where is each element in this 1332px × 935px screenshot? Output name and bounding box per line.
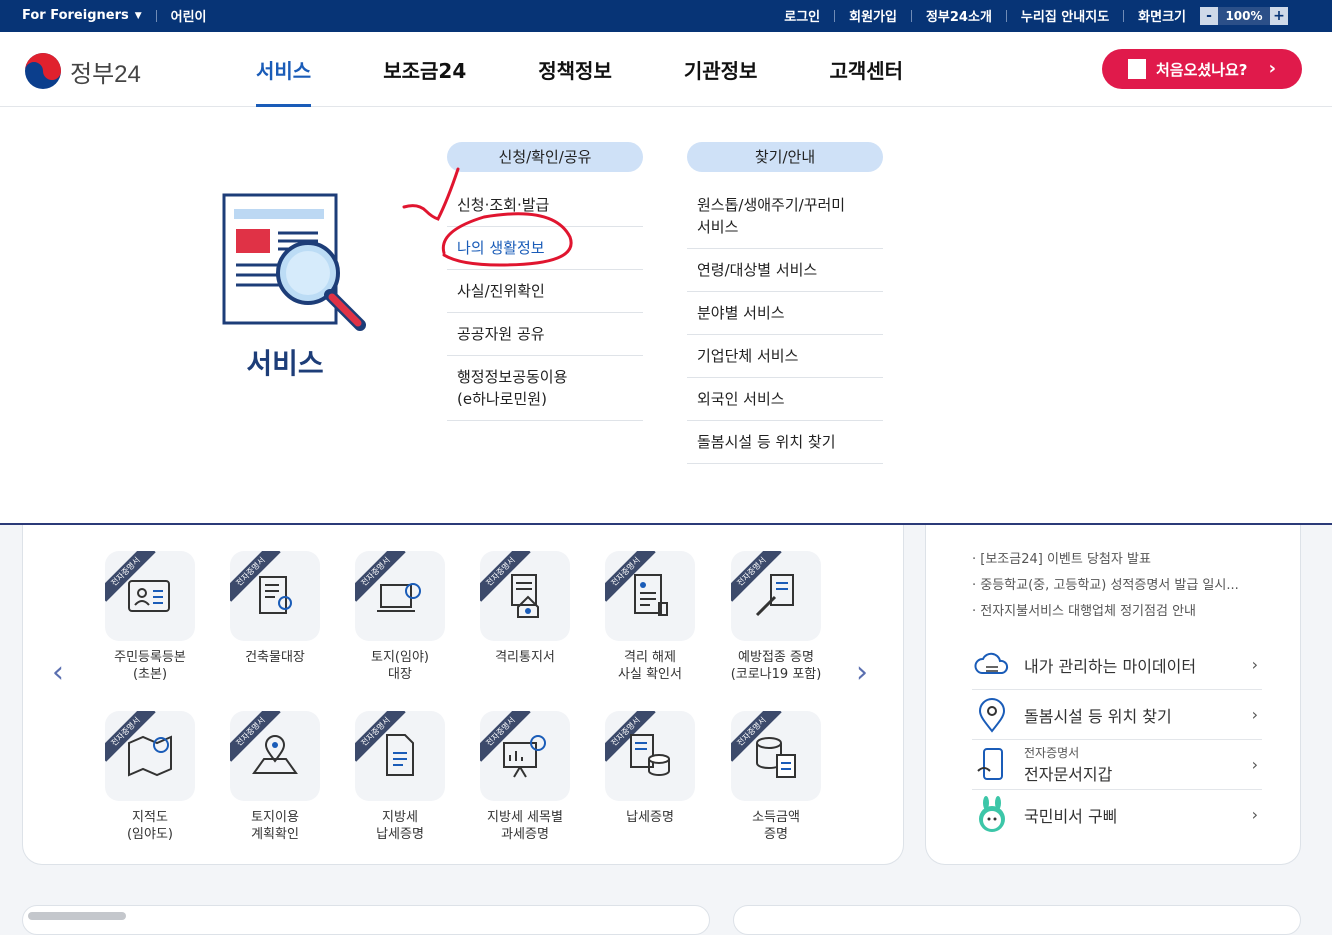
quick-link-mydata[interactable]: 내가 관리하는 마이데이터 › [972,640,1262,690]
service-label: 소득금액 증명 [752,810,800,842]
phone-wallet-icon [977,747,1003,780]
quick-link-gubbi[interactable]: 국민비서 구삐 › [972,790,1262,840]
chevron-right-icon: › [1251,705,1258,724]
service-cadastral-map[interactable]: 전자증명서 지적도 (임야도) [90,711,210,843]
login-link[interactable]: 로그인 [784,6,820,25]
service-tax-payment[interactable]: 전자증명서 납세증명 [590,711,710,826]
service-quarantine-release[interactable]: 전자증명서 격리 해제 사실 확인서 [590,551,710,683]
coins-document-icon [630,734,670,777]
laptop-pin-icon [377,583,421,612]
notice-item[interactable]: · 전자지불서비스 대행업체 정기점검 안내 [972,600,1196,619]
zoom-in-button[interactable]: + [1270,6,1288,25]
signup-link[interactable]: 회원가입 [849,6,897,25]
zoom-value: 100% [1225,8,1263,23]
rabbit-mascot-icon [979,796,1005,832]
sitemap-link[interactable]: 누리집 안내지도 [1021,6,1109,25]
menu-admin-info-sharing[interactable]: 행정정보공동이용 (e하나로민원) [447,356,643,421]
logo-text: 정부24 [70,60,141,88]
services-mega-menu: 서비스 신청/확인/공유 신청·조회·발급 나의 생활정보 사실/진위확인 공공… [0,107,1332,525]
zoom-out-button[interactable]: - [1200,6,1218,25]
service-label: 격리 해제 사실 확인서 [618,650,682,682]
service-label: 토지(임야) 대장 [371,650,429,682]
map-pin-icon [252,735,298,774]
chevron-right-icon: › [1251,755,1258,774]
syringe-document-icon [755,574,794,617]
nav-subsidy24[interactable]: 보조금24 [347,32,502,107]
notice-item[interactable]: · 중등학교(중, 고등학교) 성적증명서 발급 일시... [972,574,1239,593]
service-resident-registration[interactable]: 전자증명서 주민등록등본 (초본) [90,551,210,683]
search-guide-column: 찾기/안내 원스톱/생애주기/꾸러미 서비스 연령/대상별 서비스 분야별 서비… [687,142,883,464]
utility-bar: For Foreigners ▼ 어린이 로그인 회원가입 정부24소개 누리집… [0,0,1332,32]
menu-one-stop-services[interactable]: 원스톱/생애주기/꾸러미 서비스 [687,184,883,249]
menu-business-services[interactable]: 기업단체 서비스 [687,335,883,378]
menu-care-facility-locator[interactable]: 돌봄시설 등 위치 찾기 [687,421,883,464]
menu-field-services[interactable]: 분야별 서비스 [687,292,883,335]
service-label: 지방세 납세증명 [376,810,424,842]
chevron-right-icon: › [1251,655,1258,674]
notice-item[interactable]: · [보조금24] 이벤트 당첨자 발표 [972,548,1151,567]
document-search-icon [259,576,292,614]
coins-stack-icon [756,737,796,778]
quick-link-document-wallet[interactable]: 전자증명서 전자문서지갑 › [972,740,1262,790]
service-income-certificate[interactable]: 전자증명서 소득금액 증명 [716,711,836,843]
service-local-tax-itemized[interactable]: 전자증명서 지방세 세목별 과세증명 [465,711,585,843]
nav-policy-info[interactable]: 정책정보 [502,32,648,107]
id-card-icon [128,580,170,612]
service-label: 지방세 세목별 과세증명 [487,810,563,842]
main-header: 정부24 서비스 보조금24 정책정보 기관정보 고객센터 처음오셨나요? › [0,32,1332,107]
menu-foreigner-services[interactable]: 외국인 서비스 [687,378,883,421]
taegeuk-logo-icon [25,53,61,89]
first-visit-button[interactable]: 처음오셨나요? › [1102,49,1302,89]
chevron-right-icon: › [1251,805,1258,824]
horizontal-scrollbar[interactable] [28,912,126,920]
chevron-right-icon: › [1268,58,1276,79]
service-local-tax-payment[interactable]: 전자증명서 지방세 납세증명 [340,711,460,843]
first-visit-label: 처음오셨나요? [1156,60,1248,79]
service-quarantine-notice[interactable]: 전자증명서 격리통지서 [465,551,585,666]
zoom-control: - 100% + [1200,6,1288,25]
service-label: 주민등록등본 (초본) [114,650,186,682]
document-icon [386,734,414,776]
service-land-register[interactable]: 전자증명서 토지(임야) 대장 [340,551,460,683]
certificate-stamp-icon [634,574,668,616]
cloud-icon [974,652,1009,674]
service-label: 납세증명 [626,810,674,825]
about-link[interactable]: 정부24소개 [926,6,992,25]
screen-size-label: 화면크기 [1138,10,1186,25]
menu-public-resource-sharing[interactable]: 공공자원 공유 [447,313,643,356]
service-label: 토지이용 계획확인 [251,810,299,842]
quick-link-care-facility[interactable]: 돌봄시설 등 위치 찾기 › [972,690,1262,740]
map-magnifier-icon [128,735,172,777]
bookmark-star-icon [1128,59,1146,79]
service-label: 지적도 (임야도) [126,810,174,842]
for-foreigners-link[interactable]: For Foreigners [22,8,129,23]
nav-services[interactable]: 서비스 [220,32,347,107]
service-label: 예방접종 증명 (코로나19 포함) [730,650,822,682]
gov24-logo[interactable]: 정부24 [22,52,141,90]
nav-customer-center[interactable]: 고객센터 [793,32,939,107]
presentation-chart-icon [503,735,546,778]
service-land-use-plan[interactable]: 전자증명서 토지이용 계획확인 [215,711,335,843]
nav-agency-info[interactable]: 기관정보 [648,32,794,107]
service-building-register[interactable]: 전자증명서 건축물대장 [215,551,335,666]
service-label: 격리통지서 [495,650,555,665]
prev-arrow-icon[interactable]: ‹ [52,655,64,690]
mega-menu-title: 서비스 [246,347,324,380]
column-heading: 찾기/안내 [687,142,883,172]
service-vaccination-certificate[interactable]: 전자증명서 예방접종 증명 (코로나19 포함) [716,551,836,683]
document-magnifier-illustration [222,193,366,331]
menu-age-target-services[interactable]: 연령/대상별 서비스 [687,249,883,292]
bottom-card-left [22,905,710,935]
red-annotation-marks [402,167,573,267]
house-document-icon [511,574,539,618]
main-nav: 서비스 보조금24 정책정보 기관정보 고객센터 [220,32,939,107]
service-label: 건축물대장 [245,650,305,665]
kids-link[interactable]: 어린이 [171,6,207,25]
dropdown-caret-icon[interactable]: ▼ [135,11,142,21]
next-arrow-icon[interactable]: › [856,655,868,690]
location-pin-icon [978,697,1006,733]
bottom-card-right [733,905,1301,935]
